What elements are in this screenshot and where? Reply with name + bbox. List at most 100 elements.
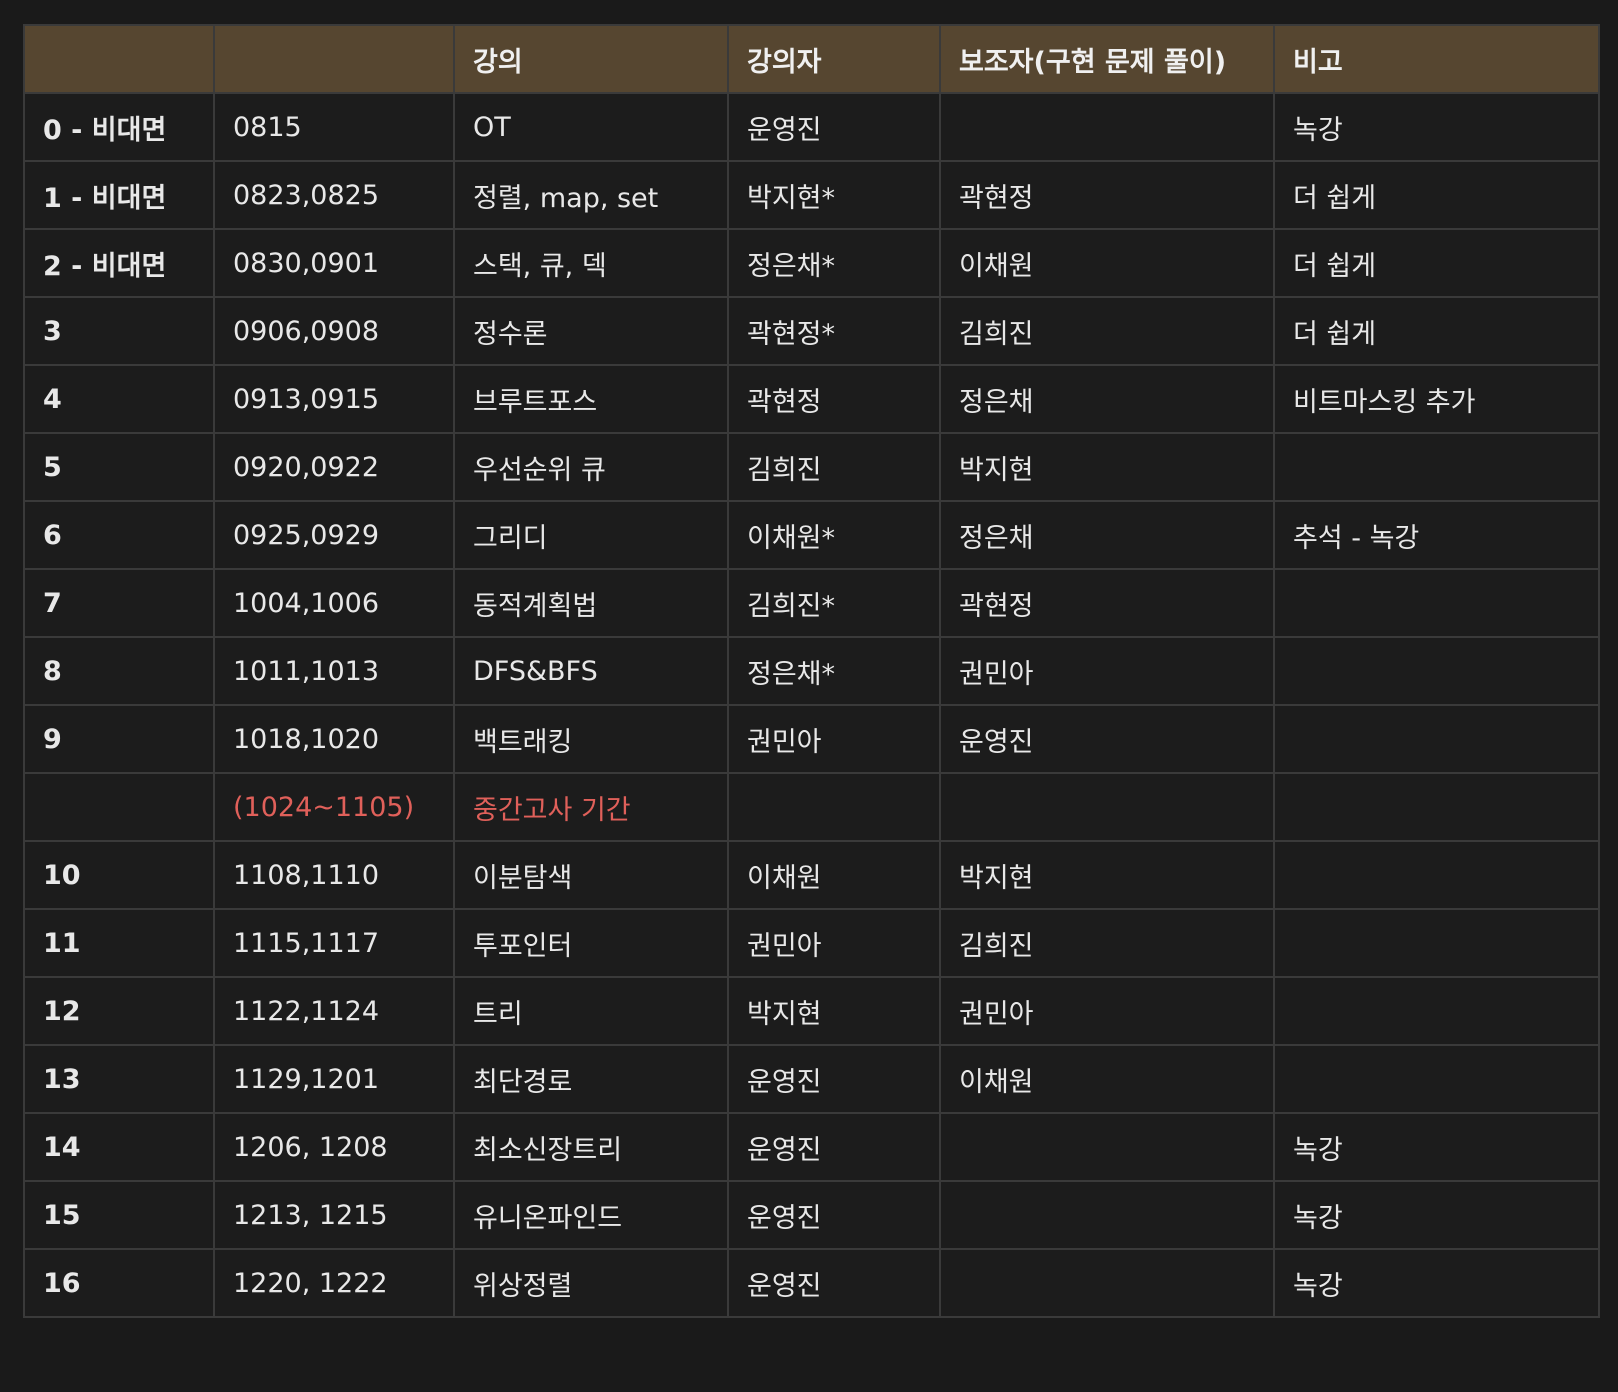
cell-date: 1129,1201 — [213, 1044, 455, 1114]
cell-note: 추석 - 녹강 — [1273, 500, 1600, 570]
cell-week: 9 — [23, 704, 215, 774]
cell-lecturer: 운영진 — [727, 1248, 941, 1318]
table-row: 12 1122,1124 트리 박지현 권민아 — [23, 976, 1600, 1046]
cell-date: 0815 — [213, 92, 455, 162]
cell-note: 녹강 — [1273, 1180, 1600, 1250]
cell-date: 0823,0825 — [213, 160, 455, 230]
cell-note: 더 쉽게 — [1273, 160, 1600, 230]
table-row: 5 0920,0922 우선순위 큐 김희진 박지현 — [23, 432, 1600, 502]
cell-lecturer: 김희진 — [727, 432, 941, 502]
table-row: 4 0913,0915 브루트포스 곽현정 정은채 비트마스킹 추가 — [23, 364, 1600, 434]
cell-date: 1004,1006 — [213, 568, 455, 638]
cell-week: 13 — [23, 1044, 215, 1114]
cell-note: 녹강 — [1273, 1112, 1600, 1182]
cell-note — [1273, 840, 1600, 910]
cell-note: 녹강 — [1273, 92, 1600, 162]
cell-lecturer: 정은채* — [727, 636, 941, 706]
cell-assistant: 정은채 — [939, 364, 1275, 434]
cell-week: 7 — [23, 568, 215, 638]
table-row: 3 0906,0908 정수론 곽현정* 김희진 더 쉽게 — [23, 296, 1600, 366]
cell-lecture: DFS&BFS — [453, 636, 729, 706]
cell-week: 12 — [23, 976, 215, 1046]
cell-lecture: 위상정렬 — [453, 1248, 729, 1318]
cell-lecturer: 이채원* — [727, 500, 941, 570]
cell-note: 녹강 — [1273, 1248, 1600, 1318]
cell-assistant: 이채원 — [939, 228, 1275, 298]
table-row: 8 1011,1013 DFS&BFS 정은채* 권민아 — [23, 636, 1600, 706]
header-date — [213, 24, 455, 94]
schedule-table-container: 강의 강의자 보조자(구현 문제 풀이) 비고 0 - 비대면 0815 OT 운영진 녹강 1… — [23, 24, 1600, 1318]
cell-week: 16 — [23, 1248, 215, 1318]
cell-assistant — [939, 1180, 1275, 1250]
cell-week: 10 — [23, 840, 215, 910]
cell-date: 0913,0915 — [213, 364, 455, 434]
header-week — [23, 24, 215, 94]
cell-note — [1273, 772, 1600, 842]
cell-week: 11 — [23, 908, 215, 978]
cell-note — [1273, 908, 1600, 978]
cell-date: 0830,0901 — [213, 228, 455, 298]
cell-lecturer: 곽현정* — [727, 296, 941, 366]
cell-lecture: 스택, 큐, 덱 — [453, 228, 729, 298]
table-header: 강의 강의자 보조자(구현 문제 풀이) 비고 — [23, 24, 1600, 94]
cell-note — [1273, 704, 1600, 774]
cell-assistant — [939, 1248, 1275, 1318]
cell-note — [1273, 432, 1600, 502]
cell-lecture: 백트래킹 — [453, 704, 729, 774]
cell-date: 1206, 1208 — [213, 1112, 455, 1182]
cell-lecturer: 김희진* — [727, 568, 941, 638]
cell-lecture: 중간고사 기간 — [453, 772, 729, 842]
table-row: 0 - 비대면 0815 OT 운영진 녹강 — [23, 92, 1600, 162]
cell-lecturer: 운영진 — [727, 92, 941, 162]
cell-lecturer: 권민아 — [727, 908, 941, 978]
cell-assistant: 권민아 — [939, 636, 1275, 706]
cell-week: 4 — [23, 364, 215, 434]
cell-date: 1122,1124 — [213, 976, 455, 1046]
cell-assistant: 이채원 — [939, 1044, 1275, 1114]
cell-date: 1213, 1215 — [213, 1180, 455, 1250]
cell-lecture: 브루트포스 — [453, 364, 729, 434]
cell-date: 1220, 1222 — [213, 1248, 455, 1318]
cell-date: (1024~1105) — [213, 772, 455, 842]
cell-lecturer: 이채원 — [727, 840, 941, 910]
cell-week: 6 — [23, 500, 215, 570]
table-row: 13 1129,1201 최단경로 운영진 이채원 — [23, 1044, 1600, 1114]
cell-note — [1273, 568, 1600, 638]
cell-lecture: 트리 — [453, 976, 729, 1046]
cell-lecture: 정렬, map, set — [453, 160, 729, 230]
table-row: 16 1220, 1222 위상정렬 운영진 녹강 — [23, 1248, 1600, 1318]
table-row: 14 1206, 1208 최소신장트리 운영진 녹강 — [23, 1112, 1600, 1182]
cell-week: 2 - 비대면 — [23, 228, 215, 298]
header-row: 강의 강의자 보조자(구현 문제 풀이) 비고 — [23, 24, 1600, 94]
table-row: 15 1213, 1215 유니온파인드 운영진 녹강 — [23, 1180, 1600, 1250]
table-row: 10 1108,1110 이분탐색 이채원 박지현 — [23, 840, 1600, 910]
cell-assistant: 박지현 — [939, 840, 1275, 910]
cell-assistant — [939, 92, 1275, 162]
cell-date: 0906,0908 — [213, 296, 455, 366]
cell-note: 더 쉽게 — [1273, 296, 1600, 366]
cell-lecturer: 박지현* — [727, 160, 941, 230]
cell-lecturer: 운영진 — [727, 1112, 941, 1182]
cell-assistant: 곽현정 — [939, 160, 1275, 230]
cell-lecture: 이분탐색 — [453, 840, 729, 910]
cell-assistant: 정은채 — [939, 500, 1275, 570]
cell-lecture: 그리디 — [453, 500, 729, 570]
cell-lecturer: 박지현 — [727, 976, 941, 1046]
cell-week — [23, 772, 215, 842]
cell-lecture: 우선순위 큐 — [453, 432, 729, 502]
cell-lecture: 최단경로 — [453, 1044, 729, 1114]
cell-assistant: 권민아 — [939, 976, 1275, 1046]
cell-lecture: 최소신장트리 — [453, 1112, 729, 1182]
table-row: 7 1004,1006 동적계획법 김희진* 곽현정 — [23, 568, 1600, 638]
header-assistant: 보조자(구현 문제 풀이) — [939, 24, 1275, 94]
cell-week: 15 — [23, 1180, 215, 1250]
cell-lecture: 동적계획법 — [453, 568, 729, 638]
cell-assistant: 운영진 — [939, 704, 1275, 774]
cell-lecture: OT — [453, 92, 729, 162]
cell-date: 1018,1020 — [213, 704, 455, 774]
table-row: 9 1018,1020 백트래킹 권민아 운영진 — [23, 704, 1600, 774]
cell-lecturer — [727, 772, 941, 842]
table-row: 11 1115,1117 투포인터 권민아 김희진 — [23, 908, 1600, 978]
cell-assistant: 박지현 — [939, 432, 1275, 502]
cell-assistant: 김희진 — [939, 908, 1275, 978]
